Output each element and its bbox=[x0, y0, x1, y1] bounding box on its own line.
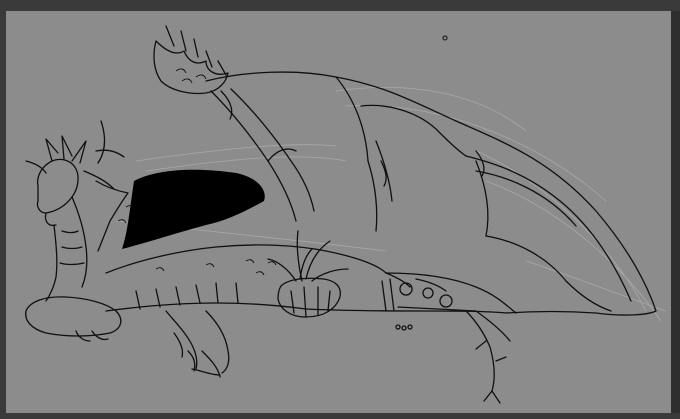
drawing-canvas[interactable] bbox=[6, 11, 671, 413]
right-scrollbar[interactable] bbox=[671, 11, 680, 419]
canvas-background bbox=[6, 11, 671, 413]
bottom-panel-edge bbox=[0, 413, 680, 419]
dragon-artwork bbox=[6, 11, 671, 413]
